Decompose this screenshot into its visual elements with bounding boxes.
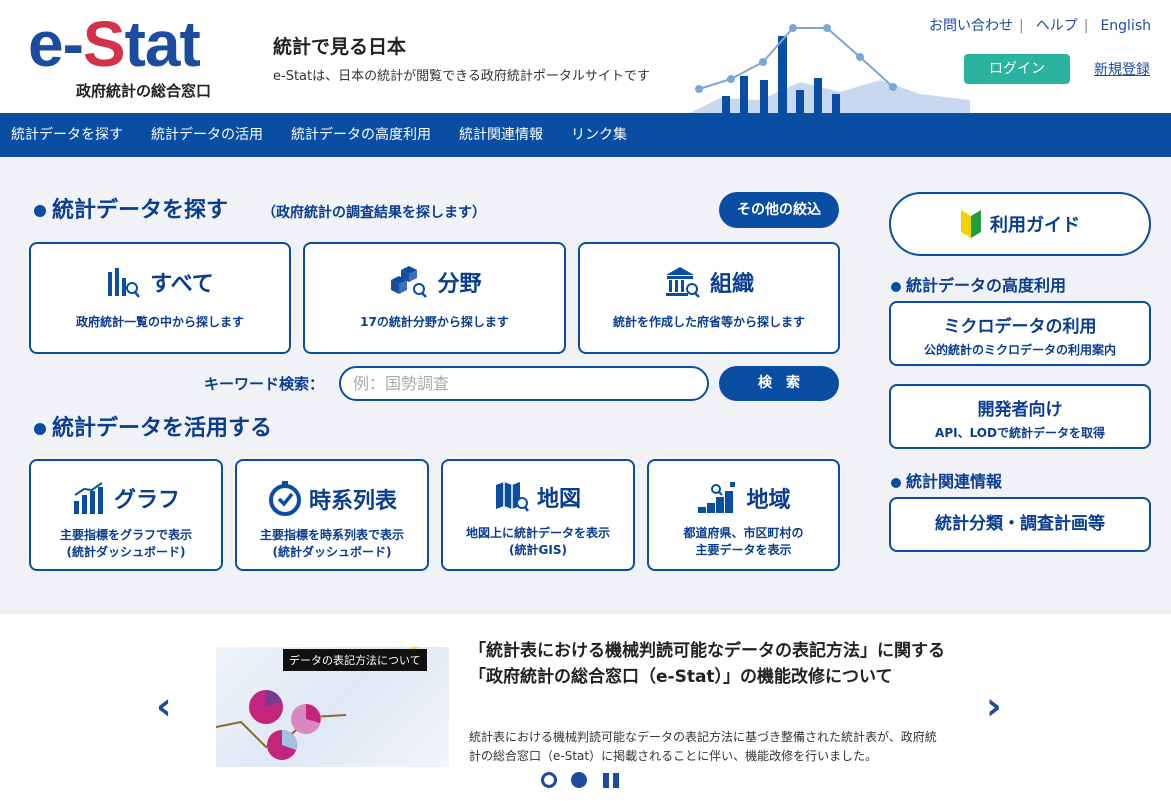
logo-tat: tat — [124, 8, 201, 80]
logo-subtitle: 政府統計の総合窓口 — [76, 82, 212, 100]
use-card-timeseries-title: 時系列表 — [308, 489, 397, 514]
search-card-all-title: すべて — [150, 272, 214, 297]
contact-link[interactable]: お問い合わせ — [929, 18, 1013, 34]
cubes-search-icon — [391, 266, 428, 298]
advanced-use-heading: 統計データの高度利用 — [891, 272, 1066, 296]
use-card-map[interactable]: 地図 地図上に統計データを表示 (統計GIS) — [441, 459, 635, 571]
logo-s: S — [82, 8, 126, 80]
developer-card[interactable]: 開発者向け API、LODで統計データを取得 — [889, 384, 1151, 449]
english-link[interactable]: English — [1100, 18, 1151, 34]
banner-tag: データの表記方法について — [283, 649, 427, 671]
search-card-field[interactable]: 分野 17の統計分野から探します — [303, 242, 566, 354]
guide-button[interactable]: 利用ガイド — [889, 192, 1151, 256]
building-search-icon — [665, 267, 700, 298]
nav-item-use-data[interactable]: 統計データの活用 — [151, 113, 263, 157]
bar-chart-search-icon — [108, 268, 141, 298]
search-card-organization-desc: 統計を作成した府省等から探します — [612, 315, 805, 329]
utility-links: お問い合わせ | ヘルプ | English — [929, 18, 1151, 34]
nav-item-links[interactable]: リンク集 — [571, 113, 627, 157]
classification-card[interactable]: 統計分類・調査計画等 — [889, 497, 1151, 552]
developer-desc: API、LODで統計データを取得 — [935, 426, 1105, 440]
use-card-region-desc: 都道府県、市区町村の 主要データを表示 — [683, 526, 804, 557]
region-icon — [698, 482, 736, 513]
carousel-next-icon[interactable]: › — [986, 684, 1002, 728]
news-title[interactable]: 「統計表における機械判読可能なデータの表記方法」に関する「政府統計の総合窓口（e… — [469, 638, 949, 690]
search-section-title: 統計データを探す — [34, 192, 228, 224]
nav-item-related-info[interactable]: 統計関連情報 — [459, 113, 543, 157]
search-card-all[interactable]: すべて 政府統計一覧の中から探します — [29, 242, 291, 354]
help-link[interactable]: ヘルプ — [1036, 18, 1078, 34]
login-button[interactable]: ログイン — [964, 54, 1070, 84]
microdata-desc: 公的統計のミクロデータの利用案内 — [923, 343, 1116, 357]
use-card-graph-title: グラフ — [113, 488, 180, 513]
use-card-graph-desc: 主要指標をグラフで表示 (統計ダッシュボード) — [59, 528, 192, 559]
beginner-mark-icon — [961, 210, 981, 238]
map-search-icon — [495, 482, 529, 512]
site-logo[interactable]: e-Stat — [28, 12, 201, 76]
site-header: e-Stat 政府統計の総合窓口 統計で見る日本 e-Statは、日本の統計が閲… — [0, 0, 1171, 113]
carousel-pause-icon[interactable] — [603, 773, 619, 788]
carousel-dot-2[interactable] — [571, 772, 587, 788]
other-filter-button[interactable]: その他の絞込 — [719, 192, 839, 228]
guide-button-label: 利用ガイド — [990, 215, 1080, 236]
tagline-title: 統計で見る日本 — [273, 36, 407, 58]
nav-item-advanced-use[interactable]: 統計データの高度利用 — [291, 113, 431, 157]
nav-item-search-data[interactable]: 統計データを探す — [11, 113, 123, 157]
keyword-search-label: キーワード検索： — [204, 375, 325, 393]
related-info-heading: 統計関連情報 — [891, 468, 1002, 492]
graph-icon — [73, 482, 103, 514]
use-card-map-title: 地図 — [536, 487, 581, 512]
main-nav: 統計データを探す 統計データの活用 統計データの高度利用 統計関連情報 リンク集 — [0, 113, 1171, 157]
search-card-field-title: 分野 — [437, 272, 482, 297]
carousel-dot-1[interactable] — [541, 772, 557, 788]
use-card-region-title: 地域 — [746, 488, 791, 513]
use-card-map-desc: 地図上に統計データを表示 (統計GIS) — [465, 526, 610, 557]
microdata-card[interactable]: ミクロデータの利用 公的統計のミクロデータの利用案内 — [889, 301, 1151, 366]
timer-icon — [268, 481, 301, 516]
use-card-graph[interactable]: グラフ 主要指標をグラフで表示 (統計ダッシュボード) — [29, 459, 223, 571]
logo-e: e- — [28, 8, 84, 80]
carousel-prev-icon[interactable]: ‹ — [156, 684, 172, 728]
search-button[interactable]: 検 索 — [719, 366, 839, 401]
developer-title: 開発者向け — [977, 400, 1063, 420]
use-section-title: 統計データを活用する — [34, 410, 272, 442]
news-body: 統計表における機械判読可能なデータの表記方法に基づき整備された統計表が、政府統計… — [469, 730, 937, 763]
use-card-region[interactable]: 地域 都道府県、市区町村の 主要データを表示 — [647, 459, 840, 571]
use-card-timeseries-desc: 主要指標を時系列表で表示 (統計ダッシュボード) — [259, 528, 404, 559]
search-card-organization[interactable]: 組織 統計を作成した府省等から探します — [578, 242, 840, 354]
search-section-subtitle: （政府統計の調査結果を探します） — [262, 205, 486, 221]
search-card-field-desc: 17の統計分野から探します — [360, 315, 509, 329]
keyword-search-input[interactable] — [339, 366, 709, 401]
tagline-subtitle: e-Statは、日本の統計が閲覧できる政府統計ポータルサイトです — [273, 69, 650, 84]
microdata-title: ミクロデータの利用 — [943, 317, 1097, 337]
use-card-timeseries[interactable]: 時系列表 主要指標を時系列表で表示 (統計ダッシュボード) — [235, 459, 429, 571]
search-card-all-desc: 政府統計一覧の中から探します — [75, 315, 244, 329]
search-card-organization-title: 組織 — [709, 272, 754, 297]
register-link[interactable]: 新規登録 — [1094, 59, 1150, 79]
